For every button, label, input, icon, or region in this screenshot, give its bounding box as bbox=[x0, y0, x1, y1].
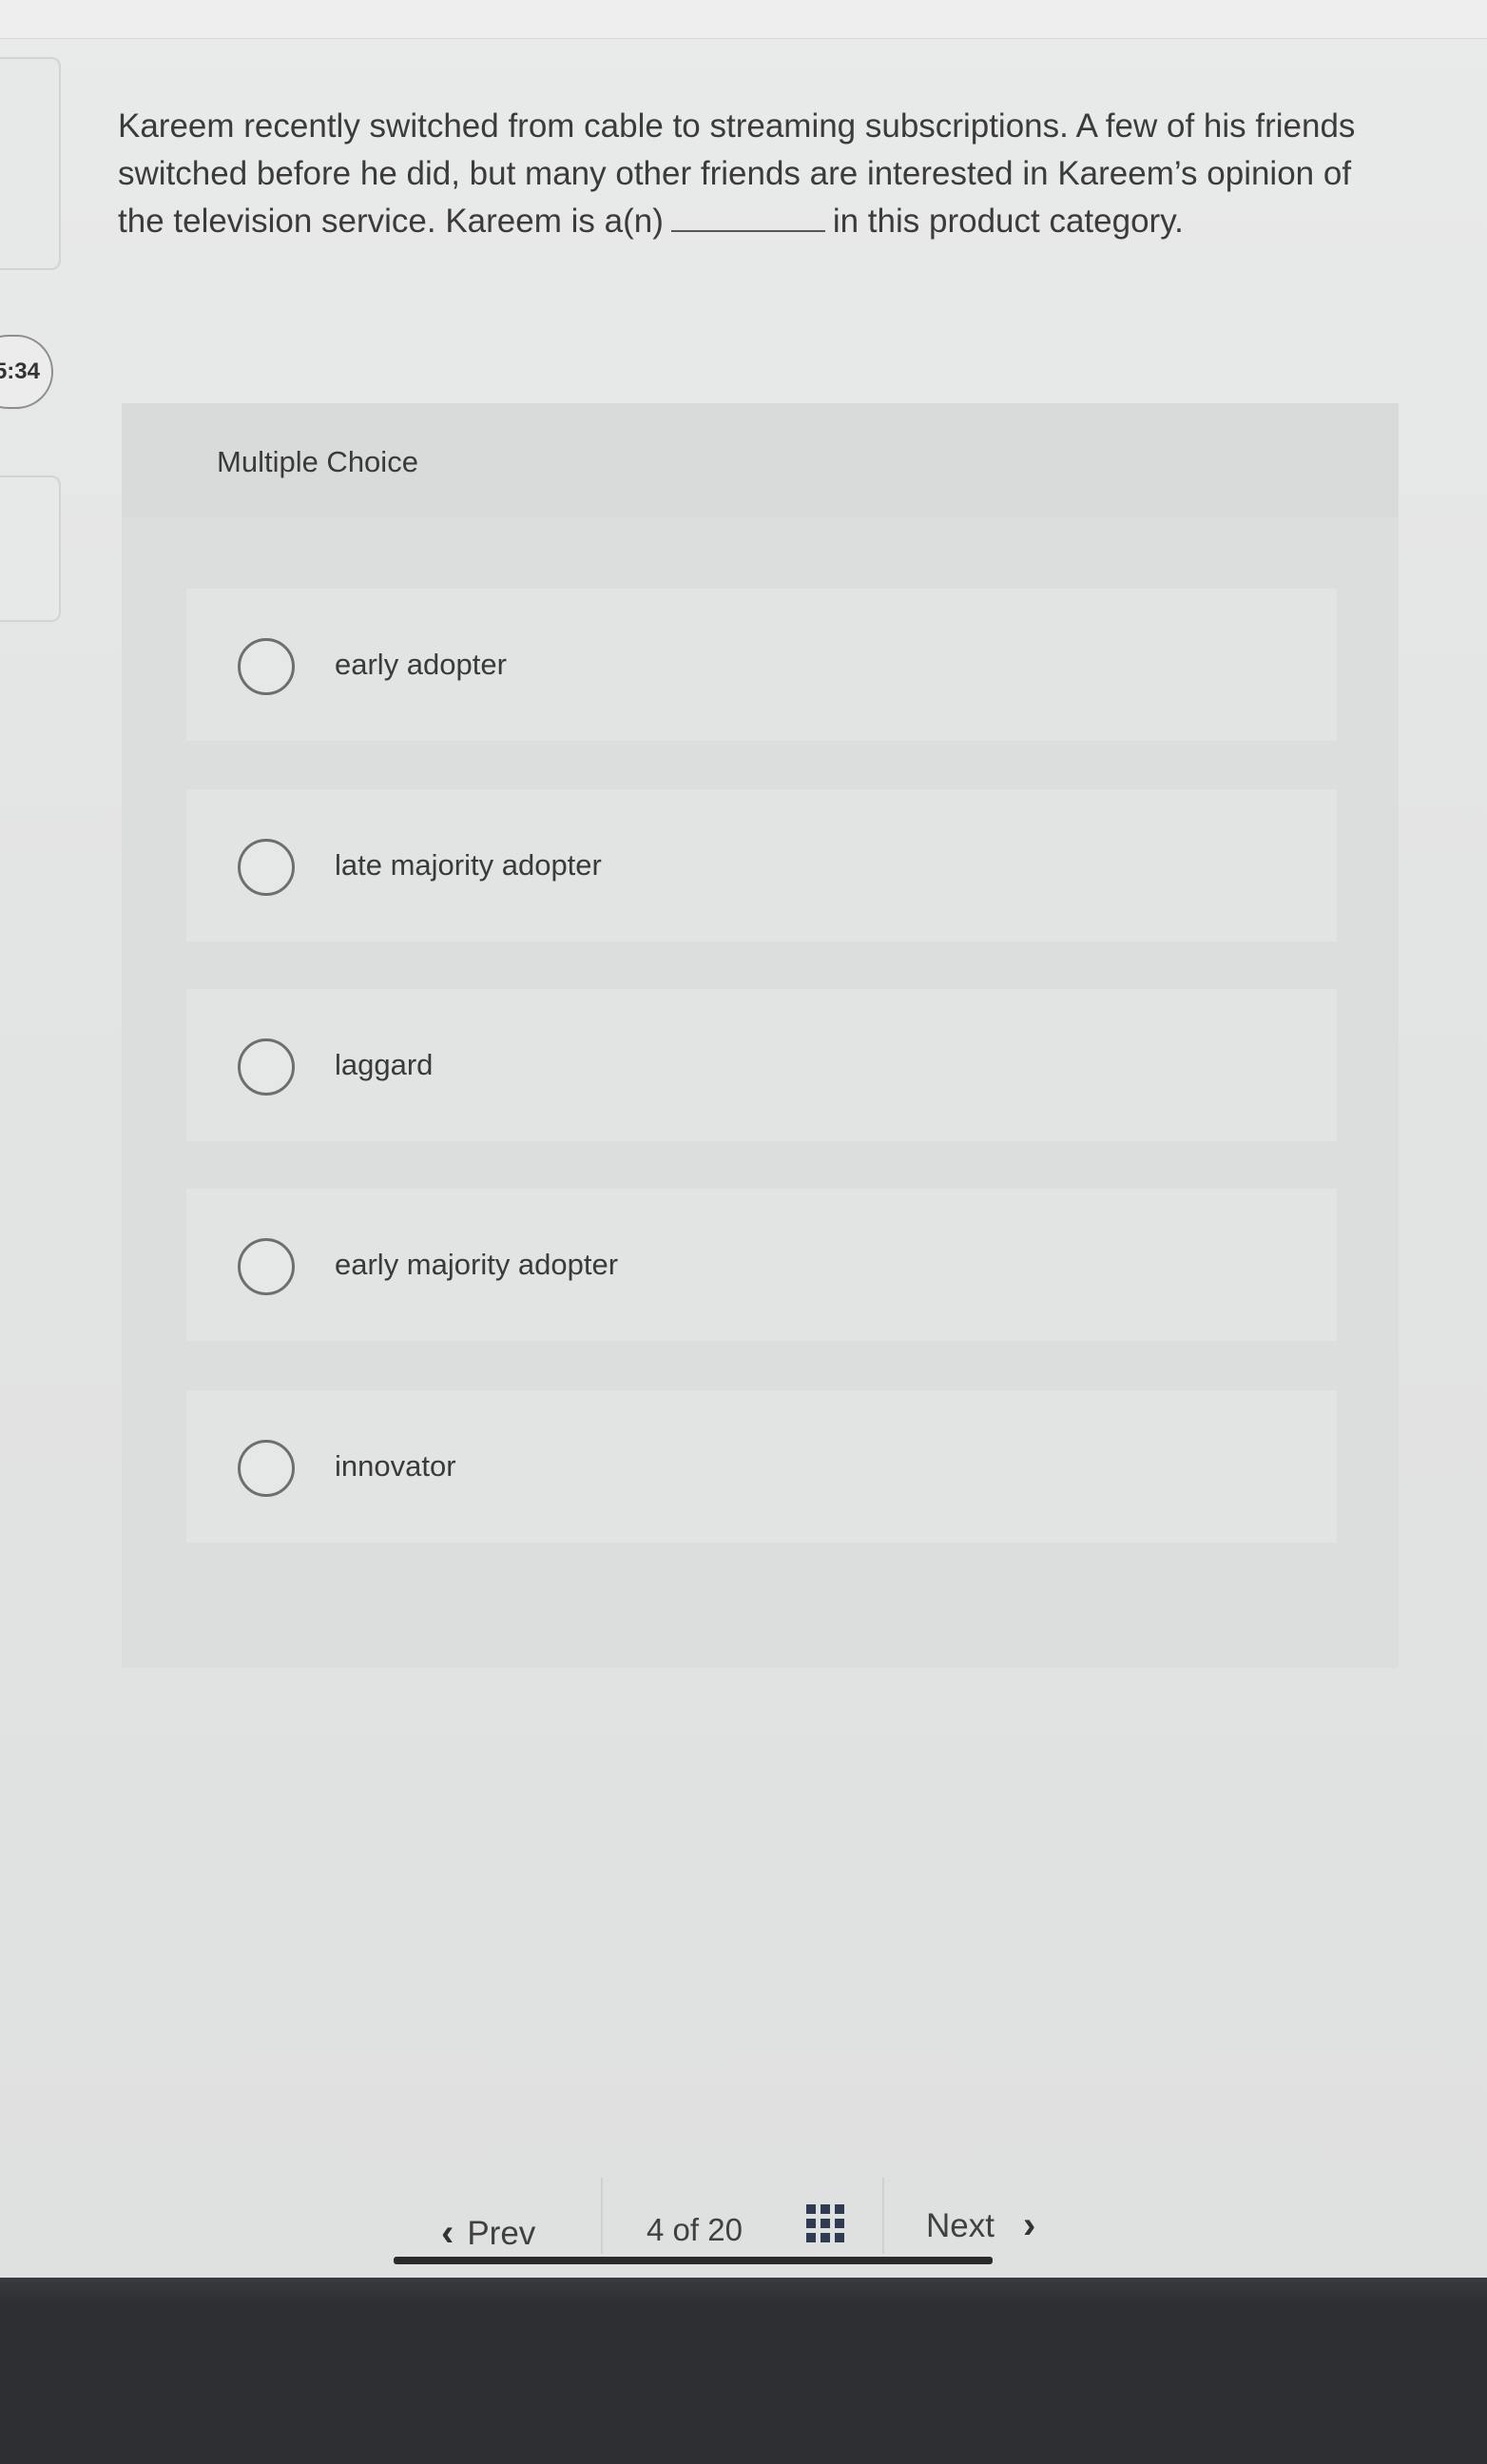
question-counter[interactable]: 4 of 20 bbox=[647, 2212, 743, 2248]
question-text-after: in this product category. bbox=[832, 203, 1184, 240]
side-panel-card[interactable] bbox=[0, 57, 61, 270]
answer-option-label: innovator bbox=[335, 1449, 456, 1483]
multiple-choice-title: Multiple Choice bbox=[217, 445, 418, 478]
answer-option-label: laggard bbox=[335, 1048, 434, 1081]
answer-blank bbox=[670, 202, 825, 232]
prev-label: Prev bbox=[467, 2214, 536, 2252]
nav-divider bbox=[882, 2178, 884, 2254]
top-strip bbox=[0, 0, 1487, 39]
timer-badge: 5:34 bbox=[0, 335, 53, 409]
answer-option[interactable]: innovator bbox=[186, 1390, 1337, 1542]
total-questions: 20 bbox=[707, 2212, 743, 2247]
radio-unchecked-icon[interactable] bbox=[238, 638, 295, 695]
radio-unchecked-icon[interactable] bbox=[238, 839, 295, 896]
side-panel-card[interactable] bbox=[0, 475, 61, 622]
next-label: Next bbox=[926, 2206, 995, 2244]
answer-option-label: late majority adopter bbox=[335, 848, 602, 882]
timer-text: 5:34 bbox=[0, 359, 40, 384]
question-text: Kareem recently switched from cable to s… bbox=[118, 103, 1401, 245]
monitor-bezel bbox=[0, 2278, 1487, 2464]
grid-icon[interactable] bbox=[806, 2204, 844, 2242]
nav-divider bbox=[601, 2178, 603, 2254]
radio-unchecked-icon[interactable] bbox=[238, 1238, 295, 1295]
radio-unchecked-icon[interactable] bbox=[238, 1038, 295, 1096]
chevron-right-icon: › bbox=[1022, 2204, 1036, 2246]
nav-underline bbox=[394, 2257, 993, 2264]
multiple-choice-panel: Multiple Choice early adopter late major… bbox=[122, 403, 1399, 1668]
of-label: of bbox=[672, 2212, 700, 2247]
quiz-screen: 5:34 Kareem recently switched from cable… bbox=[0, 0, 1487, 2278]
answer-option[interactable]: late majority adopter bbox=[186, 789, 1337, 941]
answer-option[interactable]: laggard bbox=[186, 989, 1337, 1141]
chevron-left-icon: ‹ bbox=[441, 2212, 454, 2254]
answer-option-label: early majority adopter bbox=[335, 1248, 619, 1281]
radio-unchecked-icon[interactable] bbox=[238, 1440, 295, 1497]
current-question-number: 4 bbox=[647, 2212, 665, 2247]
answer-option[interactable]: early adopter bbox=[186, 589, 1337, 741]
answer-option-label: early adopter bbox=[335, 648, 507, 681]
prev-button[interactable]: ‹ Prev bbox=[441, 2212, 535, 2255]
multiple-choice-header: Multiple Choice bbox=[122, 403, 1399, 517]
next-button[interactable]: Next › bbox=[926, 2204, 1035, 2247]
answer-option[interactable]: early majority adopter bbox=[186, 1189, 1337, 1341]
